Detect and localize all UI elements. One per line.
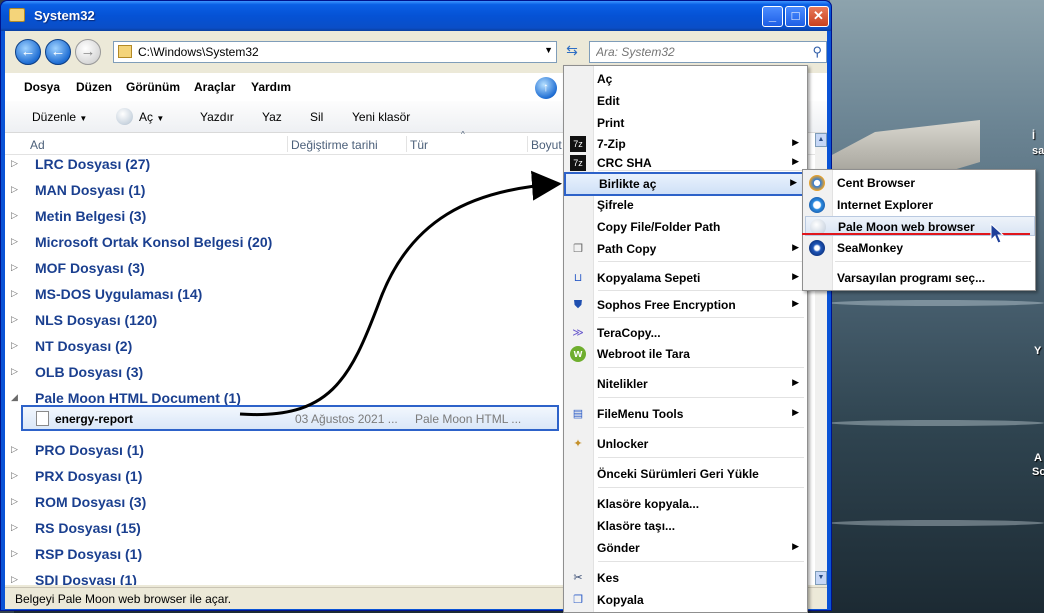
menu-item-label: Copy File/Folder Path — [597, 220, 721, 234]
menu-item-label: Klasöre taşı... — [597, 519, 676, 533]
menu-item-webroot[interactable]: w Webroot ile Tara — [564, 344, 807, 364]
menu-item-unlocker[interactable]: ✦ Unlocker — [564, 434, 807, 454]
chevron-right-icon: ▶ — [792, 271, 799, 281]
teracopy-icon: ≫ — [572, 327, 584, 339]
7zip-icon: 7z — [570, 136, 586, 152]
menu-item-open-with[interactable]: Birlikte aç ▶ — [564, 172, 807, 196]
menu-item-attributes[interactable]: Nitelikler ▶ — [564, 374, 807, 394]
chevron-right-icon: ▶ — [792, 298, 799, 308]
menu-item-cut[interactable]: ✂ Kes — [564, 568, 807, 588]
annotation-arrow — [239, 170, 562, 417]
menu-item-label: Unlocker — [597, 437, 649, 451]
menu-separator — [598, 317, 804, 318]
menu-item-label: Kes — [597, 571, 620, 585]
chevron-right-icon: ▶ — [792, 156, 799, 166]
menu-separator — [598, 487, 804, 488]
menu-item-label: Klasöre kopyala... — [597, 497, 700, 511]
submenu-item-label: Pale Moon web browser — [838, 220, 975, 234]
chevron-right-icon: ▶ — [792, 242, 799, 252]
menu-item-label: Aç — [597, 72, 613, 86]
menu-item-label: FileMenu Tools — [597, 407, 684, 421]
submenu-item-label: Internet Explorer — [837, 198, 934, 212]
menu-separator — [835, 261, 1031, 262]
menu-separator — [598, 261, 804, 262]
copy-icon: ❐ — [573, 594, 583, 606]
menu-item-label: Print — [597, 116, 625, 130]
menu-item-restore-versions[interactable]: Önceki Sürümleri Geri Yükle — [564, 464, 807, 484]
menu-item-sophos[interactable]: ⛊ Sophos Free Encryption ▶ — [564, 295, 807, 315]
menu-item-7zip[interactable]: 7z 7-Zip ▶ — [564, 134, 807, 154]
wand-icon: ✦ — [573, 438, 583, 450]
menu-item-filemenu-tools[interactable]: ▤ FileMenu Tools ▶ — [564, 404, 807, 424]
copy-icon: ❐ — [573, 243, 583, 255]
menu-separator — [598, 170, 804, 171]
menu-item-label: Şifrele — [597, 198, 634, 212]
menu-item-send-to[interactable]: Gönder ▶ — [564, 538, 807, 558]
chevron-right-icon: ▶ — [792, 541, 799, 551]
menu-item-path-copy[interactable]: ❐ Path Copy ▶ — [564, 239, 807, 259]
7zip-icon: 7z — [570, 155, 586, 171]
menu-item-print[interactable]: Print — [564, 113, 807, 133]
ie-icon — [809, 197, 825, 213]
menu-separator — [598, 427, 804, 428]
submenu-item-label: Cent Browser — [837, 176, 916, 190]
menu-item-label: Nitelikler — [597, 377, 648, 391]
menu-separator — [598, 457, 804, 458]
chevron-right-icon: ▶ — [792, 377, 799, 387]
menu-item-teracopy[interactable]: ≫ TeraCopy... — [564, 323, 807, 343]
menu-item-label: 7-Zip — [597, 137, 626, 151]
basket-icon: ⊔ — [573, 272, 583, 284]
menu-item-label: TeraCopy... — [597, 326, 661, 340]
chevron-right-icon: ▶ — [792, 137, 799, 147]
menu-separator — [598, 561, 804, 562]
submenu-item-internet-explorer[interactable]: Internet Explorer — [805, 195, 1035, 215]
menu-separator — [598, 397, 804, 398]
mouse-cursor-icon — [990, 223, 1005, 244]
menu-item-label: Kopyalama Sepeti — [597, 271, 701, 285]
shield-icon: ⛊ — [573, 299, 583, 311]
menu-item-label: CRC SHA — [597, 156, 652, 170]
menu-item-label: Önceki Sürümleri Geri Yükle — [597, 467, 759, 481]
webroot-icon: w — [570, 346, 586, 362]
submenu-item-label: Varsayılan programı seç... — [837, 271, 986, 285]
cent-browser-icon — [809, 175, 825, 191]
menu-item-open[interactable]: Aç — [564, 69, 807, 89]
menu-item-copy-path[interactable]: Copy File/Folder Path — [564, 217, 807, 237]
menu-item-move-to-folder[interactable]: Klasöre taşı... — [564, 516, 807, 536]
submenu-item-choose-default[interactable]: Varsayılan programı seç... — [805, 268, 1035, 288]
submenu-item-cent-browser[interactable]: Cent Browser — [805, 173, 1035, 193]
menu-item-copy-basket[interactable]: ⊔ Kopyalama Sepeti ▶ — [564, 268, 807, 288]
menu-item-label: Path Copy — [597, 242, 657, 256]
menu-item-label: Birlikte aç — [599, 177, 657, 191]
filemenu-icon: ▤ — [572, 408, 584, 420]
menu-item-copy[interactable]: ❐ Kopyala — [564, 590, 807, 610]
scissors-icon: ✂ — [573, 572, 583, 584]
menu-item-label: Webroot ile Tara — [597, 347, 690, 361]
context-menu: Aç Edit Print 7z 7-Zip ▶ 7z CRC SHA ▶ Birlik… — [563, 65, 808, 613]
chevron-right-icon: ▶ — [790, 177, 797, 187]
menu-item-label: Gönder — [597, 541, 640, 555]
menu-item-encrypt[interactable]: Şifrele — [564, 195, 807, 215]
menu-separator — [598, 367, 804, 368]
menu-separator — [598, 290, 804, 291]
menu-item-edit[interactable]: Edit — [564, 91, 807, 111]
menu-item-label: Sophos Free Encryption — [597, 298, 736, 312]
chevron-right-icon: ▶ — [792, 407, 799, 417]
menu-item-label: Kopyala — [597, 593, 644, 607]
menu-item-label: Edit — [597, 94, 620, 108]
seamonkey-icon — [809, 240, 825, 256]
menu-item-copy-to-folder[interactable]: Klasöre kopyala... — [564, 494, 807, 514]
submenu-item-label: SeaMonkey — [837, 241, 904, 255]
